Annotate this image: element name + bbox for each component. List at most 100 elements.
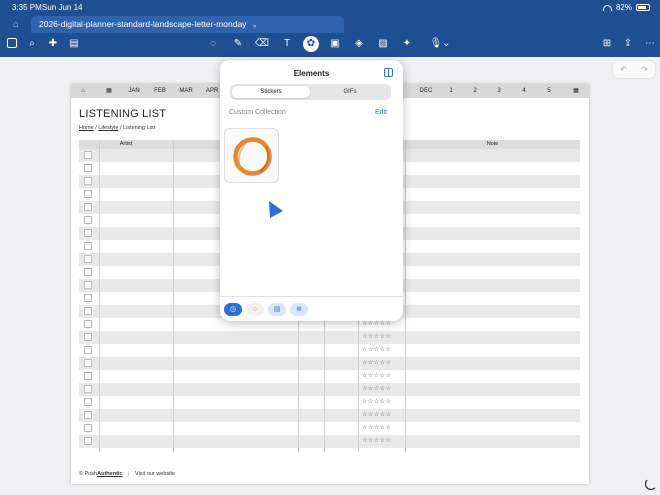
document-tab[interactable]: 2026-digital-planner-standard-landscape-…: [31, 16, 344, 33]
panel-bottom-bar: ◷ ○ ▤ ⊕: [220, 296, 403, 321]
rating-stars[interactable]: ☆☆☆☆☆: [362, 398, 391, 405]
rating-stars[interactable]: ☆☆☆☆☆: [362, 346, 391, 353]
row-checkbox[interactable]: [84, 320, 92, 328]
nav-tab[interactable]: 4: [518, 84, 530, 98]
row-checkbox[interactable]: [84, 190, 92, 198]
row-checkbox[interactable]: [84, 437, 92, 445]
document-tab-title: 2026-digital-planner-standard-landscape-…: [39, 19, 247, 29]
sticker-orange-circle[interactable]: [224, 128, 279, 183]
row-checkbox[interactable]: [84, 333, 92, 341]
row-checkbox[interactable]: [84, 229, 92, 237]
row-checkbox[interactable]: [84, 281, 92, 289]
collection-label: Custom Collection: [229, 109, 286, 116]
row-checkbox[interactable]: [84, 346, 92, 354]
rating-stars[interactable]: ☆☆☆☆☆: [362, 411, 391, 418]
nav-month[interactable]: FEB: [151, 84, 169, 98]
breadcrumb-section[interactable]: Lifestyle: [98, 125, 118, 131]
row-checkbox[interactable]: [84, 203, 92, 211]
status-date: Sun Jun 14: [42, 3, 83, 12]
row-checkbox[interactable]: [84, 255, 92, 263]
nav-month[interactable]: JAN: [125, 84, 143, 98]
rating-stars[interactable]: ☆☆☆☆☆: [362, 424, 391, 431]
status-time: 3:35 PM: [12, 3, 42, 12]
table-row: ☆☆☆☆☆: [79, 396, 580, 409]
add-page-icon[interactable]: ⊞: [599, 36, 615, 52]
laser-pointer-icon[interactable]: ✦: [399, 36, 415, 52]
more-icon[interactable]: ⋯: [642, 36, 658, 52]
column-divider: [405, 140, 406, 452]
rating-stars[interactable]: ☆☆☆☆☆: [362, 333, 391, 340]
loading-spinner-icon: [645, 478, 657, 490]
image-icon[interactable]: ▣: [327, 36, 343, 52]
nav-month[interactable]: APR: [203, 84, 221, 98]
clock-icon[interactable]: ◷: [224, 303, 242, 316]
row-checkbox[interactable]: [84, 307, 92, 315]
microphone-icon[interactable]: 🎙︎⌄: [428, 36, 452, 52]
row-checkbox[interactable]: [84, 359, 92, 367]
undo-icon[interactable]: ↶: [620, 65, 627, 74]
row-checkbox[interactable]: [84, 385, 92, 393]
status-indicators: 82%: [602, 3, 650, 12]
column-divider: [99, 140, 100, 452]
sticker-circle-icon[interactable]: ○: [246, 303, 264, 316]
pen-icon[interactable]: ✎: [230, 36, 246, 52]
bookmark-add-icon[interactable]: ✚: [45, 36, 61, 52]
row-checkbox[interactable]: [84, 398, 92, 406]
document-icon[interactable]: ▤: [66, 36, 82, 52]
rating-stars[interactable]: ☆☆☆☆☆: [362, 385, 391, 392]
add-icon[interactable]: ⊕: [290, 303, 308, 316]
lasso-icon[interactable]: ◌: [205, 36, 221, 52]
search-icon[interactable]: ⌕: [24, 36, 40, 52]
table-row: ☆☆☆☆☆: [79, 357, 580, 370]
row-checkbox[interactable]: [84, 411, 92, 419]
row-checkbox[interactable]: [84, 242, 92, 250]
sticky-note-icon[interactable]: ▧: [375, 36, 391, 52]
breadcrumb-home[interactable]: Home: [79, 125, 94, 131]
nav-tab[interactable]: 3: [493, 84, 505, 98]
elements-icon[interactable]: ✿: [303, 36, 319, 52]
image-icon[interactable]: ▤: [268, 303, 286, 316]
share-icon[interactable]: ⇪: [620, 36, 636, 52]
battery-icon: [636, 4, 650, 11]
breadcrumb-separator: /: [119, 125, 122, 131]
home-icon[interactable]: ⌂: [77, 84, 89, 98]
rating-stars[interactable]: ☆☆☆☆☆: [362, 359, 391, 366]
column-header-artist: Artist: [79, 140, 173, 149]
rating-stars[interactable]: ☆☆☆☆☆: [362, 437, 391, 444]
text-box-icon[interactable]: T: [279, 36, 295, 52]
row-checkbox[interactable]: [84, 372, 92, 380]
nav-tab[interactable]: 1: [445, 84, 457, 98]
edit-button[interactable]: Edit: [375, 109, 387, 116]
rating-stars[interactable]: ☆☆☆☆☆: [362, 372, 391, 379]
grid-icon[interactable]: ▦: [570, 84, 582, 98]
row-checkbox[interactable]: [84, 268, 92, 276]
home-tab-icon[interactable]: ⌂: [6, 17, 26, 33]
rating-stars[interactable]: ☆☆☆☆☆: [362, 320, 391, 327]
row-checkbox[interactable]: [84, 294, 92, 302]
top-bar: 3:35 PM Sun Jun 14 82% ⌂ 2026-digital-pl…: [0, 0, 660, 57]
row-checkbox[interactable]: [84, 151, 92, 159]
orange-circle-sticker-icon: [233, 137, 272, 176]
battery-percent: 82%: [615, 3, 632, 12]
row-checkbox[interactable]: [84, 424, 92, 432]
shapes-icon[interactable]: ◈: [351, 36, 367, 52]
visit-website-link[interactable]: Visit our website: [135, 471, 175, 477]
redo-icon[interactable]: ↷: [641, 65, 648, 74]
nav-tab[interactable]: 5: [543, 84, 555, 98]
tab-stickers[interactable]: Stickers: [232, 86, 310, 98]
panel-title: Elements: [293, 69, 330, 78]
row-checkbox[interactable]: [84, 164, 92, 172]
sidebar-icon[interactable]: [4, 36, 20, 52]
eraser-icon[interactable]: ⌫: [254, 36, 270, 52]
row-checkbox[interactable]: [84, 177, 92, 185]
calendar-icon[interactable]: ▦: [103, 84, 115, 98]
nav-month[interactable]: MAR: [177, 84, 195, 98]
nav-tab[interactable]: 2: [469, 84, 481, 98]
wifi-icon: [602, 4, 612, 11]
nav-month[interactable]: DEC: [417, 84, 435, 98]
dock-panel-icon[interactable]: [384, 68, 393, 77]
tab-gifs[interactable]: GIFs: [311, 86, 389, 98]
chevron-down-icon[interactable]: ⌄: [252, 22, 258, 29]
row-checkbox[interactable]: [84, 216, 92, 224]
column-header-note: Note: [405, 140, 580, 149]
